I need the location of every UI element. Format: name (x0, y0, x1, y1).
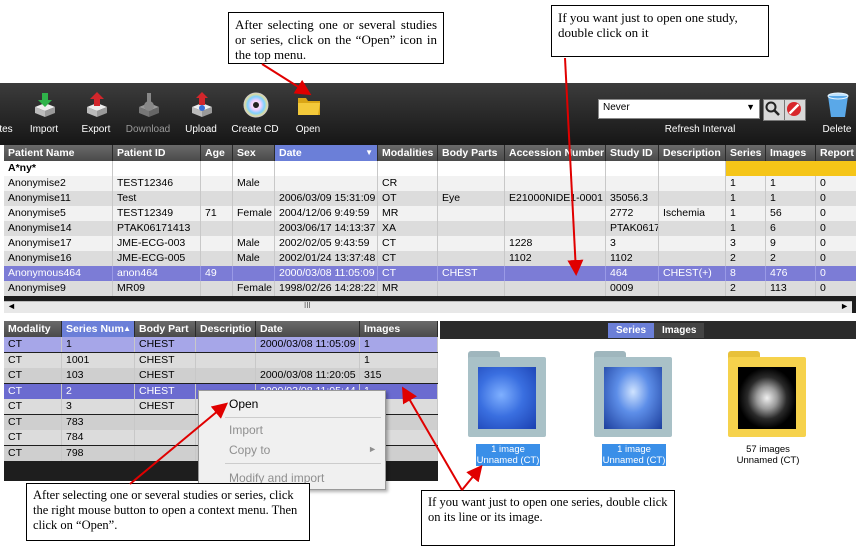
annotation-arrows (129, 57, 584, 491)
arrow-to-study-row (564, 57, 584, 276)
arrow-to-series-row (401, 386, 463, 491)
arrow-to-open-icon (261, 63, 312, 96)
arrow-to-thumbnail (461, 464, 483, 491)
arrow-to-context-open (129, 402, 229, 485)
